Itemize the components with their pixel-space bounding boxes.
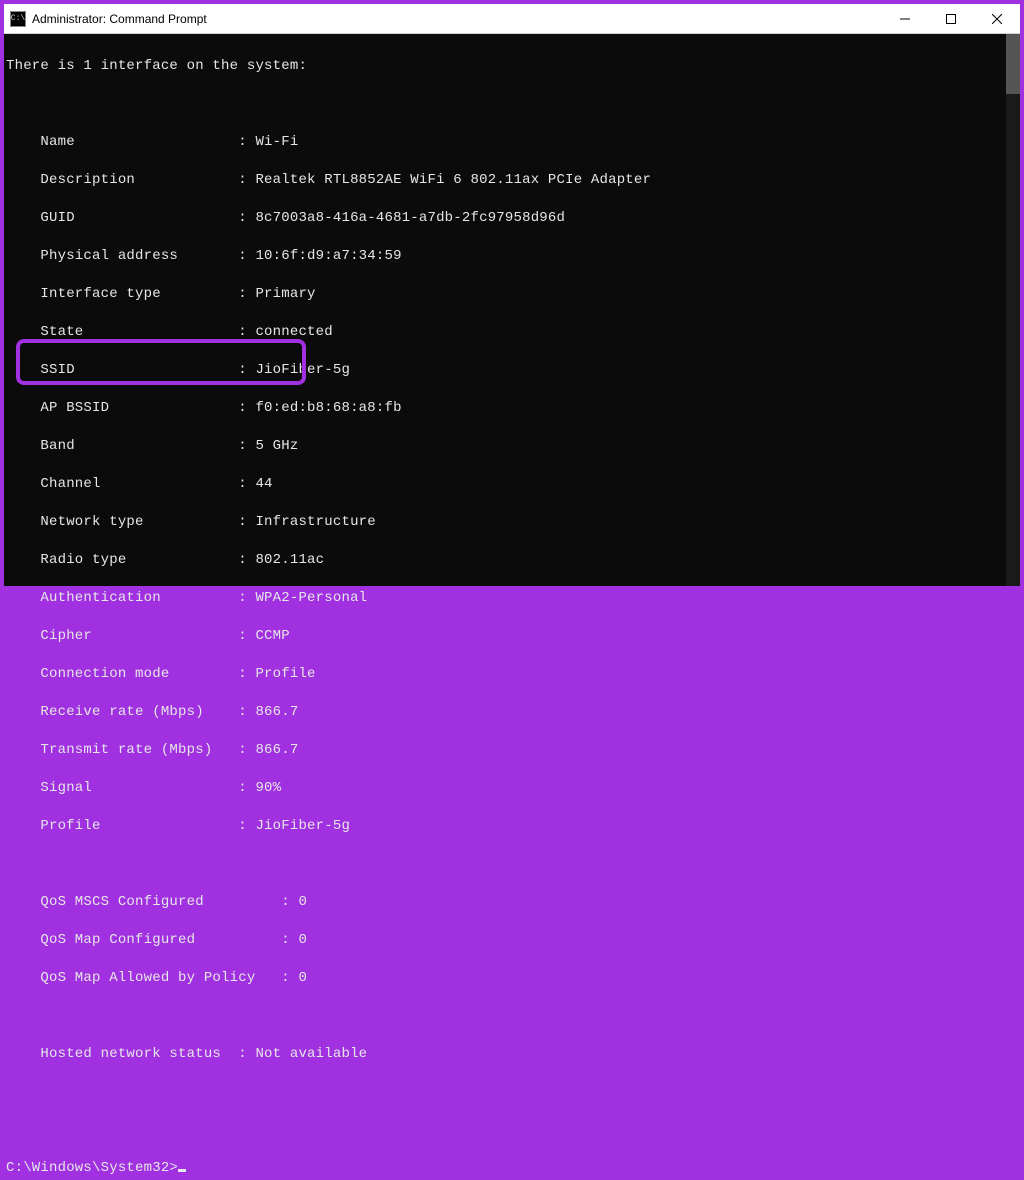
output-line: QoS MSCS Configured : 0 (6, 893, 1006, 912)
output-line: SSID : JioFiber-5g (6, 361, 1006, 380)
output-line (6, 1121, 1006, 1140)
output-line: AP BSSID : f0:ed:b8:68:a8:fb (6, 399, 1006, 418)
prompt-line[interactable]: C:\Windows\System32> (6, 1160, 186, 1176)
output-line: Signal : 90% (6, 779, 1006, 798)
output-line (6, 1007, 1006, 1026)
console-output[interactable]: There is 1 interface on the system: Name… (4, 34, 1006, 586)
output-line: Channel : 44 (6, 475, 1006, 494)
output-line: Hosted network status : Not available (6, 1045, 1006, 1064)
window-title: Administrator: Command Prompt (32, 12, 207, 26)
close-button[interactable] (974, 4, 1020, 34)
output-line: State : connected (6, 323, 1006, 342)
maximize-button[interactable] (928, 4, 974, 34)
scrollbar-thumb[interactable] (1006, 34, 1020, 94)
minimize-button[interactable] (882, 4, 928, 34)
output-line-transmit-rate: Transmit rate (Mbps) : 866.7 (6, 741, 1006, 760)
output-line: There is 1 interface on the system: (6, 57, 1006, 76)
output-line: QoS Map Allowed by Policy : 0 (6, 969, 1006, 988)
output-line (6, 95, 1006, 114)
output-line: Name : Wi-Fi (6, 133, 1006, 152)
output-line: QoS Map Configured : 0 (6, 931, 1006, 950)
output-line (6, 855, 1006, 874)
output-line: Cipher : CCMP (6, 627, 1006, 646)
output-line: Profile : JioFiber-5g (6, 817, 1006, 836)
output-line: Connection mode : Profile (6, 665, 1006, 684)
output-line: Authentication : WPA2-Personal (6, 589, 1006, 608)
cmd-icon: C:\ (10, 11, 26, 27)
scrollbar[interactable] (1006, 34, 1020, 586)
output-line-receive-rate: Receive rate (Mbps) : 866.7 (6, 703, 1006, 722)
title-bar[interactable]: C:\ Administrator: Command Prompt (4, 4, 1020, 34)
output-line: Interface type : Primary (6, 285, 1006, 304)
window-frame: C:\ Administrator: Command Prompt There … (0, 0, 1024, 590)
output-line: Physical address : 10:6f:d9:a7:34:59 (6, 247, 1006, 266)
output-line: Network type : Infrastructure (6, 513, 1006, 532)
output-line (6, 1083, 1006, 1102)
cursor (178, 1169, 186, 1172)
output-line: Radio type : 802.11ac (6, 551, 1006, 570)
output-line: GUID : 8c7003a8-416a-4681-a7db-2fc97958d… (6, 209, 1006, 228)
output-line: Band : 5 GHz (6, 437, 1006, 456)
output-line: Description : Realtek RTL8852AE WiFi 6 8… (6, 171, 1006, 190)
